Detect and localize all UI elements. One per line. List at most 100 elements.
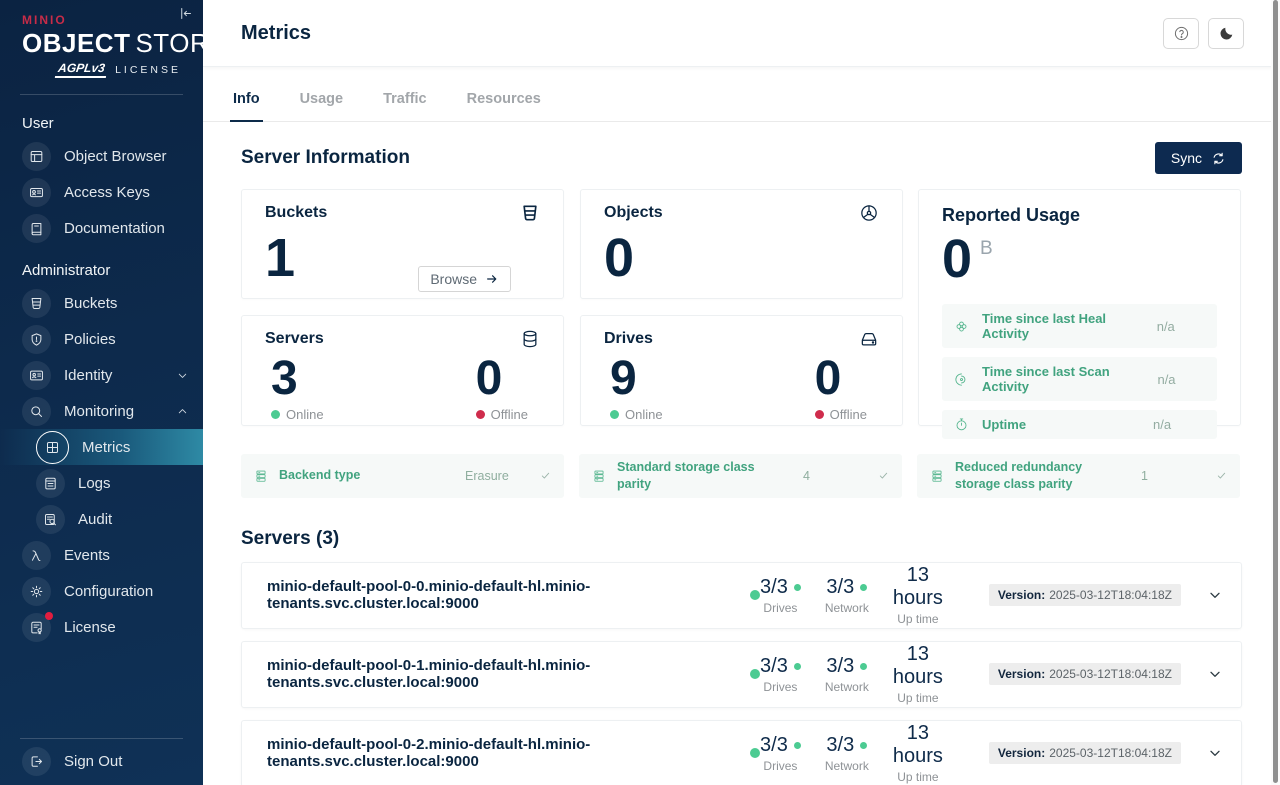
server-information-header: Server Information Sync (241, 142, 1242, 174)
config-bars: Backend type Erasure Standard storage cl… (241, 454, 1242, 498)
object-store-title: OBJECTSTORE (22, 28, 181, 59)
check-icon (878, 470, 889, 481)
servers-online: 3 Online (271, 355, 324, 422)
standard-parity-bar: Standard storage class parity 4 (579, 454, 902, 498)
heal-icon (954, 319, 969, 334)
tab-info[interactable]: Info (230, 80, 263, 122)
access-keys-icon (22, 178, 51, 207)
sidebar-item-access-keys[interactable]: Access Keys (0, 174, 203, 210)
license-word: LICENSE (115, 64, 181, 76)
dashboard-grid: Buckets 1 Browse Objects (241, 189, 1242, 426)
status-dot (860, 742, 867, 749)
server-endpoint: minio-default-pool-0-1.minio-default-hl.… (267, 657, 741, 691)
main-area: Metrics Info Usage Traffic Resources Ser… (203, 0, 1280, 785)
chevron-down-icon (176, 369, 189, 382)
sidebar-item-label: Policies (64, 331, 116, 348)
help-button[interactable] (1163, 18, 1199, 49)
sidebar-item-identity[interactable]: Identity (0, 357, 203, 393)
bucket-icon (520, 203, 540, 223)
scan-icon (954, 372, 969, 387)
drives-offline: 0 Offline (815, 355, 867, 422)
usage-rows: Time since last Heal Activity n/a Time s… (942, 304, 1217, 439)
metrics-grid-icon (36, 431, 69, 464)
drive-icon (859, 329, 879, 349)
reported-usage-value: 0 (942, 232, 972, 286)
drives-online: 9 Online (610, 355, 663, 422)
agpl-badge: AGPLv3 (55, 61, 108, 78)
sidebar-item-configuration[interactable]: Configuration (0, 573, 203, 609)
status-dot (794, 584, 801, 591)
dark-mode-toggle[interactable] (1208, 18, 1244, 49)
section-label-administrator: Administrator (0, 246, 203, 285)
sidebar-item-label: Access Keys (64, 184, 150, 201)
buckets-card: Buckets 1 Browse (241, 189, 564, 299)
server-online-dot (750, 590, 760, 600)
offline-dot (815, 410, 824, 419)
server-stats: 3/3 Drives 3/3 Network 13 hours Up time … (760, 722, 1223, 784)
heal-activity-row: Time since last Heal Activity n/a (942, 304, 1217, 348)
metric-cards: Buckets 1 Browse Objects (241, 189, 903, 426)
tab-resources[interactable]: Resources (464, 80, 544, 122)
server-row-0[interactable]: minio-default-pool-0-0.minio-default-hl.… (241, 562, 1242, 629)
servers-card-title: Servers (265, 330, 324, 348)
version-badge: Version: 2025-03-12T18:04:18Z (989, 663, 1181, 685)
minio-console: MINIO OBJECTSTORE AGPLv3 LICENSE User Ob… (0, 0, 1280, 785)
server-row-1[interactable]: minio-default-pool-0-1.minio-default-hl.… (241, 641, 1242, 708)
signout-wrap: Sign Out (0, 743, 203, 785)
bucket-icon (22, 289, 51, 318)
sidebar-item-label: Audit (78, 511, 112, 528)
status-dot (794, 663, 801, 670)
documentation-icon (22, 214, 51, 243)
sidebar-item-label: License (64, 619, 116, 636)
shield-icon (22, 325, 51, 354)
network-stat: 3/3 Network (825, 734, 869, 773)
version-badge: Version: 2025-03-12T18:04:18Z (989, 584, 1181, 606)
sidebar-item-audit[interactable]: Audit (0, 501, 203, 537)
sidebar-item-label: Metrics (82, 439, 130, 456)
sidebar-item-label: Object Browser (64, 148, 167, 165)
tab-usage[interactable]: Usage (297, 80, 347, 122)
servers-db-icon (520, 329, 540, 349)
sidebar-item-license[interactable]: License (0, 609, 203, 645)
browse-button[interactable]: Browse (418, 266, 511, 292)
server-row-2[interactable]: minio-default-pool-0-2.minio-default-hl.… (241, 720, 1242, 785)
network-stat: 3/3 Network (825, 655, 869, 694)
audit-icon (36, 505, 65, 534)
status-dot (860, 663, 867, 670)
expand-chevron-icon[interactable] (1207, 587, 1223, 603)
sidebar-item-monitoring[interactable]: Monitoring (0, 393, 203, 429)
sidebar-item-events[interactable]: Events (0, 537, 203, 573)
expand-chevron-icon[interactable] (1207, 666, 1223, 682)
content: Server Information Sync Buckets 1 (203, 122, 1280, 785)
servers-online-count: 3 (271, 355, 324, 403)
scrollbar-track (1271, 0, 1280, 785)
sidebar-item-metrics[interactable]: Metrics (0, 429, 203, 465)
sign-out-button[interactable]: Sign Out (0, 743, 203, 779)
offline-dot (476, 410, 485, 419)
stack-icon (930, 469, 944, 483)
sidebar-item-object-browser[interactable]: Object Browser (0, 138, 203, 174)
reported-usage-title: Reported Usage (942, 205, 1217, 226)
servers-offline: 0 Offline (476, 355, 528, 422)
online-dot (271, 410, 280, 419)
sidebar-item-documentation[interactable]: Documentation (0, 210, 203, 246)
sidebar-collapse-icon[interactable] (178, 6, 193, 21)
sign-out-label: Sign Out (64, 753, 122, 770)
sidebar-item-label: Monitoring (64, 403, 134, 420)
uptime-row: Uptime n/a (942, 410, 1217, 439)
sidebar-item-policies[interactable]: Policies (0, 321, 203, 357)
drives-online-count: 9 (610, 355, 663, 403)
logs-icon (36, 469, 65, 498)
page-title: Metrics (241, 22, 311, 45)
expand-chevron-icon[interactable] (1207, 745, 1223, 761)
scrollbar-thumb[interactable] (1273, 0, 1278, 783)
objects-card: Objects 0 (580, 189, 903, 299)
servers-list-title: Servers (3) (241, 528, 1242, 550)
sidebar-item-buckets[interactable]: Buckets (0, 285, 203, 321)
sidebar-item-logs[interactable]: Logs (0, 465, 203, 501)
servers-offline-count: 0 (476, 355, 528, 403)
sidebar-item-label: Configuration (64, 583, 153, 600)
sync-button[interactable]: Sync (1155, 142, 1242, 174)
tab-bar: Info Usage Traffic Resources (203, 80, 1280, 122)
tab-traffic[interactable]: Traffic (380, 80, 430, 122)
